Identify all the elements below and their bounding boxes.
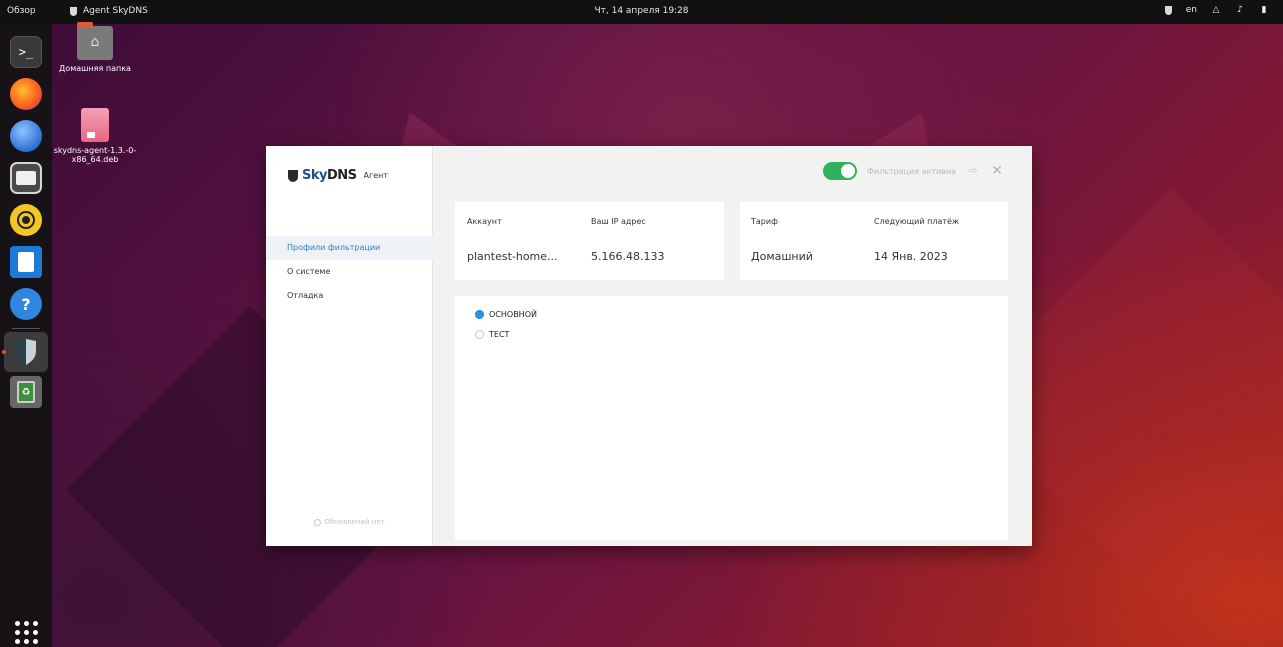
trash-icon[interactable]: ♻ bbox=[10, 376, 42, 408]
sidebar-item-about[interactable]: О системе bbox=[266, 260, 433, 284]
firefox-icon[interactable] bbox=[10, 78, 42, 110]
running-indicator bbox=[2, 350, 6, 354]
skydns-agent-window: SkyDNS Агент Профили фильтрации О систем… bbox=[266, 146, 1032, 546]
profile-label: ОСНОВНОЙ bbox=[489, 310, 537, 319]
home-folder-label: Домашняя папка bbox=[59, 64, 131, 73]
show-apps-icon[interactable] bbox=[10, 616, 42, 647]
deb-package-icon bbox=[81, 108, 109, 142]
tariff-label: Тариф bbox=[751, 217, 778, 226]
sidebar-nav: Профили фильтрации О системе Отладка bbox=[266, 236, 433, 308]
skydns-logo: SkyDNS Агент bbox=[288, 168, 388, 183]
close-icon[interactable]: ✕ bbox=[990, 164, 1004, 178]
home-folder-icon: ⌂ bbox=[77, 22, 113, 60]
thunderbird-icon[interactable] bbox=[10, 120, 42, 152]
deb-file-label: skydns-agent-1.3.-0-x86_64.deb bbox=[53, 146, 137, 164]
next-payment-label: Следующий платёж bbox=[874, 217, 960, 226]
language-indicator[interactable]: en bbox=[1186, 5, 1197, 15]
files-icon[interactable] bbox=[10, 162, 42, 194]
help-icon[interactable]: ? bbox=[10, 288, 42, 320]
desktop-deb-file[interactable]: skydns-agent-1.3.-0-x86_64.deb bbox=[50, 108, 140, 164]
terminal-icon[interactable]: >_ bbox=[10, 36, 42, 68]
logo-suffix: Агент bbox=[363, 171, 389, 180]
update-status-label: Обновлений нет bbox=[324, 518, 385, 526]
app-menu[interactable]: Agent SkyDNS bbox=[70, 6, 148, 16]
filter-status-label: Фильтрация активна bbox=[867, 166, 956, 176]
account-label: Аккаунт bbox=[467, 217, 502, 226]
filter-toggle[interactable] bbox=[823, 162, 857, 180]
logo-brand: SkyDNS bbox=[302, 168, 357, 183]
tariff-value: Домашний bbox=[751, 250, 813, 263]
radio-button[interactable] bbox=[475, 330, 484, 339]
ip-label: Ваш IP адрес bbox=[591, 217, 646, 226]
next-payment-value: 14 Янв. 2023 bbox=[874, 250, 948, 263]
sidebar-item-debug[interactable]: Отладка bbox=[266, 284, 433, 308]
update-spinner-icon bbox=[314, 518, 322, 526]
dock: >_ ? ♻ bbox=[0, 24, 52, 647]
update-status: Обновлений нет bbox=[266, 518, 433, 526]
clock[interactable]: Чт, 14 апреля 19:28 bbox=[594, 6, 688, 16]
top-bar: Обзор Agent SkyDNS Чт, 14 апреля 19:28 e… bbox=[0, 0, 1283, 24]
account-value: plantest-home... bbox=[467, 250, 558, 263]
header-bar: Фильтрация активна ⇨ ✕ bbox=[823, 162, 1004, 180]
libreoffice-writer-icon[interactable] bbox=[10, 246, 42, 278]
volume-icon[interactable]: ♪ bbox=[1235, 5, 1245, 15]
main-panel: Фильтрация активна ⇨ ✕ Аккаунт Ваш IP ад… bbox=[433, 146, 1032, 546]
profile-option-main[interactable]: ОСНОВНОЙ bbox=[475, 310, 537, 319]
sidebar-item-filter-profiles[interactable]: Профили фильтрации bbox=[266, 236, 433, 260]
skydns-agent-dock-icon[interactable] bbox=[4, 332, 48, 372]
sidebar: SkyDNS Агент Профили фильтрации О систем… bbox=[266, 146, 433, 546]
radio-button-selected[interactable] bbox=[475, 310, 484, 319]
network-icon[interactable]: △ bbox=[1211, 5, 1221, 15]
profile-label: ТЕСТ bbox=[489, 330, 510, 339]
app-menu-label: Agent SkyDNS bbox=[83, 6, 148, 16]
skydns-shield-icon bbox=[70, 6, 77, 16]
logout-icon[interactable]: ⇨ bbox=[966, 164, 980, 178]
battery-icon[interactable]: ▮ bbox=[1259, 5, 1269, 15]
desktop-home-folder[interactable]: ⌂ Домашняя папка bbox=[50, 22, 140, 73]
skydns-tray-icon[interactable] bbox=[1164, 5, 1172, 15]
ip-value: 5.166.48.133 bbox=[591, 250, 665, 263]
account-card: Аккаунт Ваш IP адрес plantest-home... 5.… bbox=[455, 202, 724, 280]
profile-option-test[interactable]: ТЕСТ bbox=[475, 330, 509, 339]
system-tray[interactable]: en △ ♪ ▮ bbox=[1164, 5, 1269, 15]
tariff-card: Тариф Следующий платёж Домашний 14 Янв. … bbox=[740, 202, 1008, 280]
shield-logo-icon bbox=[288, 169, 298, 182]
profiles-card: ОСНОВНОЙ ТЕСТ bbox=[455, 296, 1008, 540]
dock-separator bbox=[12, 328, 40, 329]
activities-button[interactable]: Обзор bbox=[7, 6, 36, 16]
rhythmbox-icon[interactable] bbox=[10, 204, 42, 236]
